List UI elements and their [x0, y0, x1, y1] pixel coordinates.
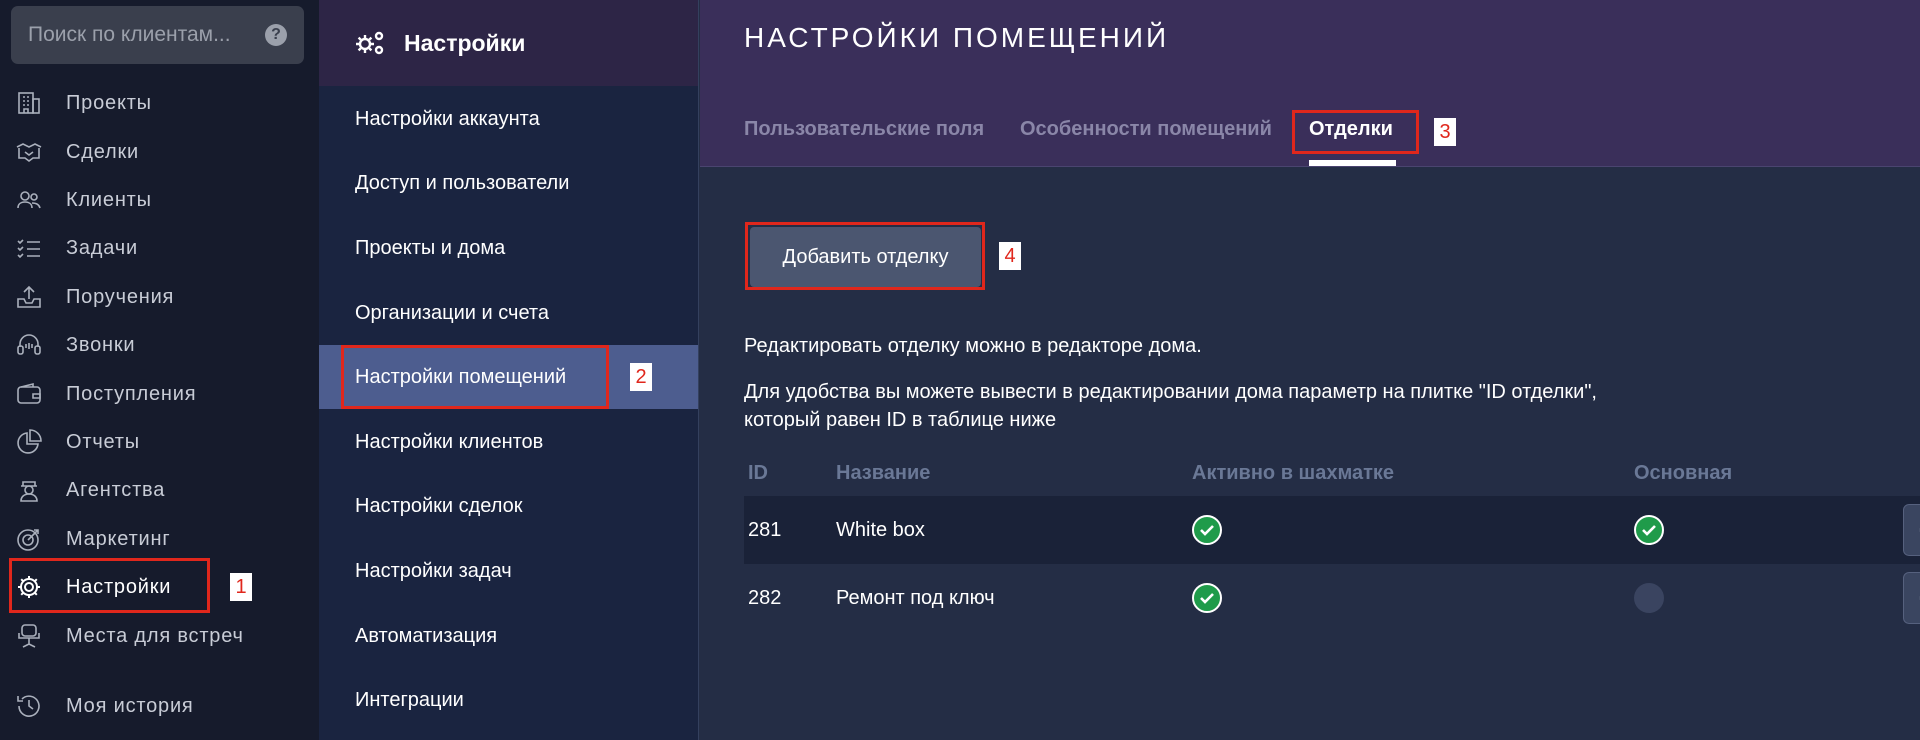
sidebar-item-label: Отчеты — [66, 430, 140, 453]
settings-item-clients[interactable]: Настройки клиентов — [319, 410, 698, 474]
sidebar-item-label: Звонки — [66, 333, 136, 356]
info-text: Для удобства вы можете вывести в редакти… — [744, 381, 1597, 403]
sidebar-item-tasks[interactable]: Задачи — [0, 225, 319, 271]
sidebar-item-agencies[interactable]: Агентства — [0, 467, 319, 513]
row-active — [1192, 564, 1222, 632]
chair-icon — [18, 624, 40, 648]
check-circle-icon — [1634, 515, 1664, 545]
settings-item-integrations[interactable]: Интеграции — [319, 668, 698, 732]
sidebar-item-label: Агентства — [66, 478, 166, 501]
sidebar-item-label: Места для встреч — [66, 624, 244, 647]
sidebar-item-marketing[interactable]: Маркетинг — [0, 516, 319, 562]
row-main — [1634, 564, 1664, 632]
settings-item-access-users[interactable]: Доступ и пользователи — [319, 151, 698, 215]
sidebar-item-label: Маркетинг — [66, 527, 171, 550]
question-icon[interactable]: ? — [265, 24, 287, 46]
table-row: 281 White box — [744, 496, 1920, 564]
page-title: НАСТРОЙКИ ПОМЕЩЕНИЙ — [744, 22, 1170, 53]
tab-custom-fields[interactable]: Пользовательские поля — [744, 118, 984, 141]
row-name: White box — [836, 518, 925, 541]
info-text: Редактировать отделку можно в редакторе … — [744, 335, 1202, 357]
sidebar-item-label: Клиенты — [66, 188, 152, 211]
gears-icon — [356, 31, 384, 55]
sidebar-item-income[interactable]: Поступления — [0, 371, 319, 417]
settings-item-tasks[interactable]: Настройки задач — [319, 539, 698, 603]
column-header-active: Активно в шахматке — [1192, 462, 1395, 484]
building-icon — [18, 92, 40, 114]
annotation-number-2: 2 — [630, 363, 652, 391]
check-circle-icon — [1192, 515, 1222, 545]
sidebar-item-reports[interactable]: Отчеты — [0, 419, 319, 465]
empty-circle-icon — [1634, 583, 1664, 613]
wallet-icon — [17, 382, 41, 404]
annotation-box-1 — [9, 558, 210, 613]
annotation-number-4: 4 — [999, 242, 1021, 270]
row-main — [1634, 496, 1664, 564]
main-sidebar: Поиск по клиентам... ? Проекты Сделки Кл… — [0, 0, 319, 740]
check-circle-icon — [1192, 583, 1222, 613]
row-name: Ремонт под ключ — [836, 586, 995, 609]
settings-item-organizations[interactable]: Организации и счета — [319, 281, 698, 345]
annotation-box-4 — [745, 222, 985, 290]
annotation-box-2 — [341, 345, 609, 409]
active-tab-indicator — [1309, 160, 1396, 166]
sidebar-item-history[interactable]: Моя история — [0, 683, 319, 729]
settings-item-automation[interactable]: Автоматизация — [319, 604, 698, 668]
row-settings-button[interactable] — [1903, 504, 1920, 556]
agent-icon — [20, 481, 38, 502]
sidebar-item-clients[interactable]: Клиенты — [0, 177, 319, 223]
sidebar-item-label: Задачи — [66, 236, 138, 259]
annotation-number-1: 1 — [230, 573, 252, 601]
table-row: 282 Ремонт под ключ — [744, 564, 1920, 632]
row-active — [1192, 496, 1222, 564]
inbox-upload-icon — [17, 285, 41, 308]
column-header-main: Основная — [1634, 462, 1733, 484]
sidebar-item-meeting-places[interactable]: Места для встреч — [0, 613, 319, 659]
target-icon — [17, 529, 39, 551]
sidebar-item-label: Проекты — [66, 91, 152, 114]
handshake-icon — [16, 143, 42, 162]
annotation-box-3 — [1292, 110, 1419, 154]
sidebar-item-label: Поступления — [66, 382, 197, 405]
settings-item-account[interactable]: Настройки аккаунта — [319, 87, 698, 151]
users-icon — [17, 191, 41, 209]
sidebar-item-projects[interactable]: Проекты — [0, 80, 319, 126]
search-placeholder: Поиск по клиентам... — [28, 23, 231, 46]
tab-premises-features[interactable]: Особенности помещений — [1020, 118, 1272, 141]
row-settings-button[interactable] — [1903, 572, 1920, 624]
sidebar-item-label: Поручения — [66, 285, 175, 308]
row-id: 282 — [748, 586, 782, 609]
sidebar-item-label: Моя история — [66, 694, 194, 717]
headset-icon — [17, 334, 41, 355]
sidebar-item-deals[interactable]: Сделки — [0, 129, 319, 175]
info-text: который равен ID в таблице ниже — [744, 409, 1057, 431]
sidebar-item-label: Сделки — [66, 140, 139, 163]
row-id: 281 — [748, 518, 782, 541]
client-search-input[interactable]: Поиск по клиентам... ? — [11, 6, 304, 64]
annotation-number-3: 3 — [1434, 118, 1456, 146]
settings-header: Настройки — [319, 0, 698, 86]
tasks-icon — [17, 239, 40, 259]
sidebar-item-assignments[interactable]: Поручения — [0, 274, 319, 320]
column-header-id: ID — [748, 462, 768, 484]
settings-title: Настройки — [404, 29, 526, 56]
pie-chart-icon — [17, 429, 42, 454]
settings-item-deals[interactable]: Настройки сделок — [319, 474, 698, 538]
settings-item-projects-houses[interactable]: Проекты и дома — [319, 216, 698, 280]
history-icon — [17, 695, 40, 717]
sidebar-item-calls[interactable]: Звонки — [0, 322, 319, 368]
column-header-name: Название — [836, 462, 931, 484]
